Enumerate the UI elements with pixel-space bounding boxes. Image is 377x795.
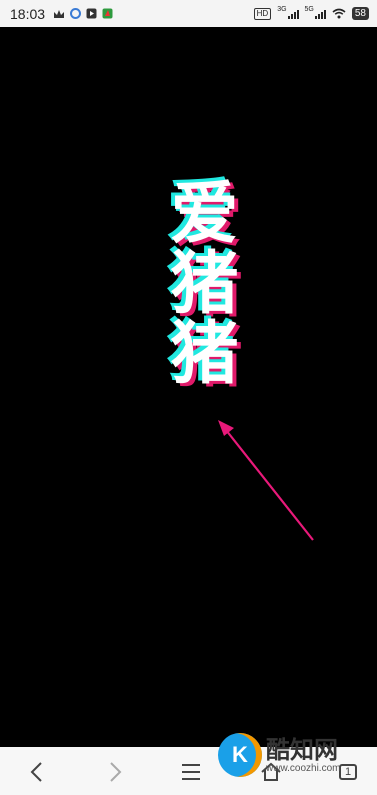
crown-icon xyxy=(54,9,65,18)
signal-2: 5G xyxy=(305,6,326,19)
notification-icons xyxy=(53,8,113,19)
chevron-right-icon xyxy=(110,762,122,782)
menu-button[interactable] xyxy=(176,757,206,787)
site-logo: K xyxy=(218,733,262,777)
site-name: 酷知网 xyxy=(266,735,338,764)
forward-button[interactable] xyxy=(100,757,130,787)
site-url: www.coozhi.com xyxy=(266,762,341,774)
status-bar: 18:03 HD 3G 5G 58 xyxy=(0,0,377,27)
back-button[interactable] xyxy=(22,757,52,787)
system-indicators: HD 3G 5G 58 xyxy=(253,6,369,20)
hd-badge: HD xyxy=(253,7,272,20)
site-watermark: K 酷知网 www.coozhi.com xyxy=(218,733,340,777)
signal-bars-icon xyxy=(287,9,299,19)
signal-bars-icon xyxy=(314,9,326,19)
browser-icon xyxy=(70,8,82,19)
app-icon xyxy=(102,8,113,19)
menu-icon xyxy=(182,764,200,780)
wifi-icon xyxy=(332,8,346,19)
tabs-count: 1 xyxy=(338,764,358,780)
battery-indicator: 58 xyxy=(351,7,369,20)
clock: 18:03 xyxy=(10,5,46,22)
image-canvas: 爱猪猪 xyxy=(0,27,377,747)
chevron-left-icon xyxy=(30,762,42,782)
play-icon xyxy=(86,8,97,19)
pointer-arrow-icon xyxy=(218,420,314,541)
signal-1: 3G xyxy=(277,6,299,19)
